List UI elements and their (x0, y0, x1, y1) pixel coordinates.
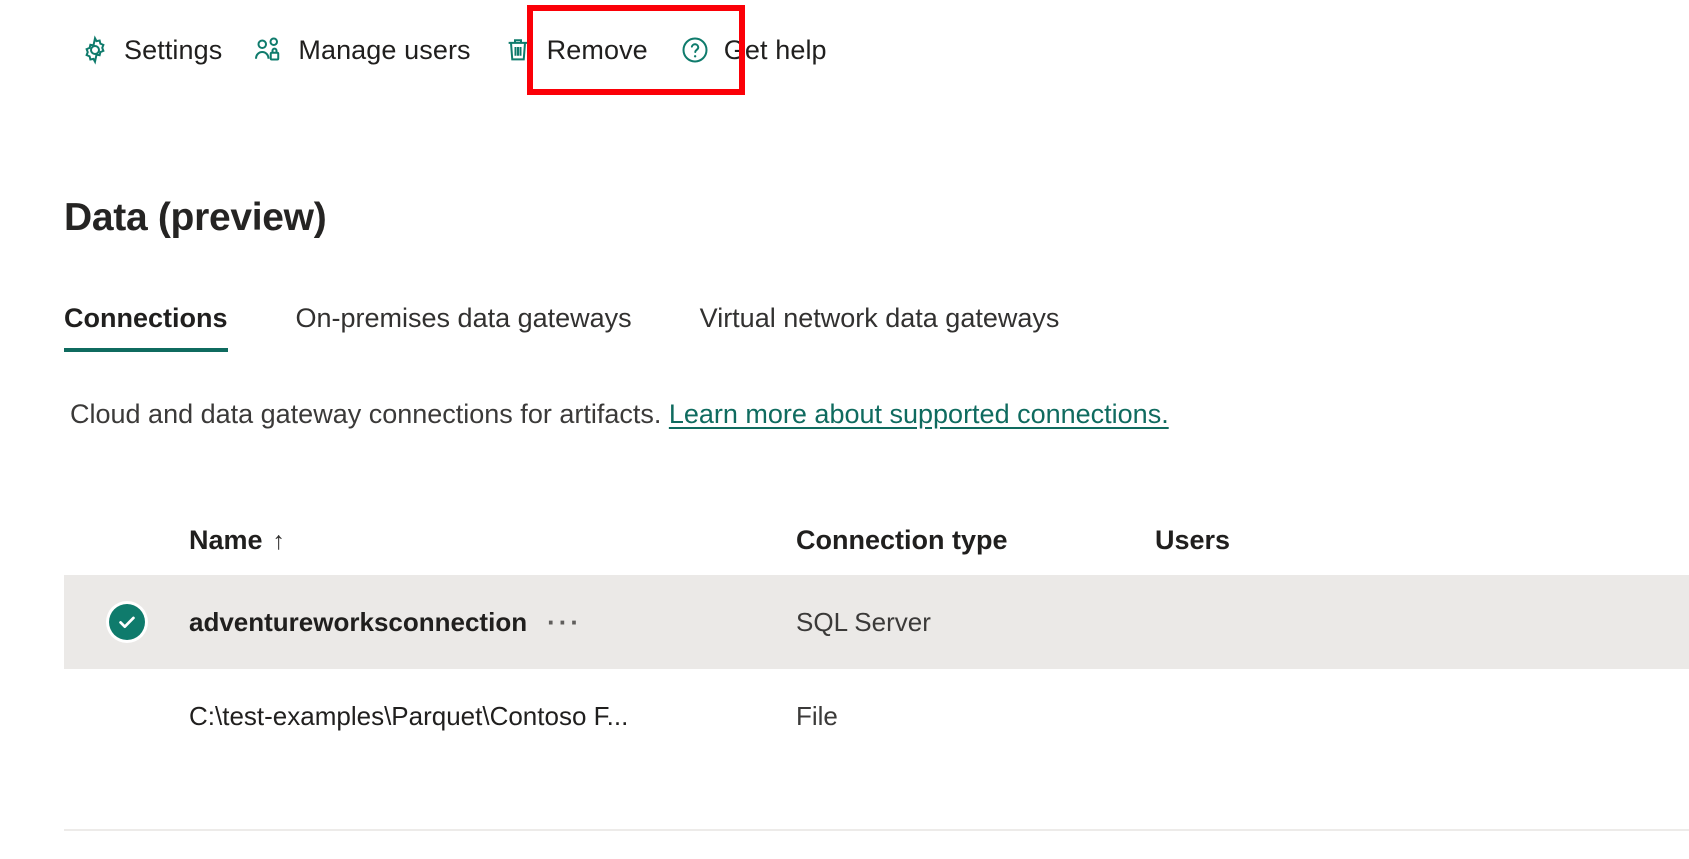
manage-users-label: Manage users (298, 35, 470, 66)
description-text: Cloud and data gateway connections for a… (70, 399, 1169, 430)
tab-list: Connections On-premises data gateways Vi… (64, 303, 1127, 352)
gear-icon (80, 35, 110, 65)
table-row[interactable]: adventureworksconnection ··· SQL Server (64, 575, 1689, 669)
trash-icon (503, 35, 533, 65)
connections-table: Name ↑ Connection type Users adventurewor… (64, 505, 1689, 763)
header-connection-type[interactable]: Connection type (796, 525, 1155, 556)
data-preview-page: Settings Manage users (0, 0, 1689, 859)
settings-button[interactable]: Settings (64, 22, 238, 78)
manage-users-button[interactable]: Manage users (238, 22, 486, 78)
learn-more-link[interactable]: Learn more about supported connections. (669, 399, 1169, 429)
row-connection-type-cell: File (796, 701, 1155, 732)
header-name[interactable]: Name ↑ (189, 525, 796, 556)
tab-on-premises-data-gateways-label: On-premises data gateways (296, 303, 632, 333)
remove-label: Remove (547, 35, 648, 66)
check-circle-icon (109, 604, 145, 640)
row-name-text: C:\test-examples\Parquet\Contoso F... (189, 701, 628, 732)
sort-ascending-icon: ↑ (273, 527, 286, 555)
row-connection-type-cell: SQL Server (796, 607, 1155, 638)
tab-connections-label: Connections (64, 303, 228, 333)
get-help-label: Get help (724, 35, 827, 66)
manage-users-icon (254, 35, 284, 65)
tab-connections[interactable]: Connections (64, 303, 228, 352)
row-more-options-icon[interactable]: ··· (547, 607, 582, 638)
table-row[interactable]: C:\test-examples\Parquet\Contoso F... Fi… (64, 669, 1689, 763)
description-copy: Cloud and data gateway connections for a… (70, 399, 669, 429)
row-name-cell: C:\test-examples\Parquet\Contoso F... (189, 701, 796, 732)
row-name-text: adventureworksconnection (189, 607, 527, 638)
table-header-row: Name ↑ Connection type Users (64, 505, 1689, 575)
command-bar: Settings Manage users (0, 0, 1689, 100)
header-name-label: Name (189, 525, 263, 555)
tab-virtual-network-data-gateways-label: Virtual network data gateways (700, 303, 1060, 333)
remove-button[interactable]: Remove (487, 22, 664, 78)
table-bottom-divider (64, 829, 1689, 831)
row-selected-indicator[interactable] (64, 604, 189, 640)
header-users[interactable]: Users (1155, 525, 1455, 556)
settings-label: Settings (124, 35, 222, 66)
tab-virtual-network-data-gateways[interactable]: Virtual network data gateways (700, 303, 1060, 352)
row-name-cell: adventureworksconnection ··· (189, 607, 796, 638)
get-help-button[interactable]: Get help (664, 22, 843, 78)
question-circle-icon (680, 35, 710, 65)
tab-on-premises-data-gateways[interactable]: On-premises data gateways (296, 303, 632, 352)
page-title: Data (preview) (64, 196, 326, 240)
